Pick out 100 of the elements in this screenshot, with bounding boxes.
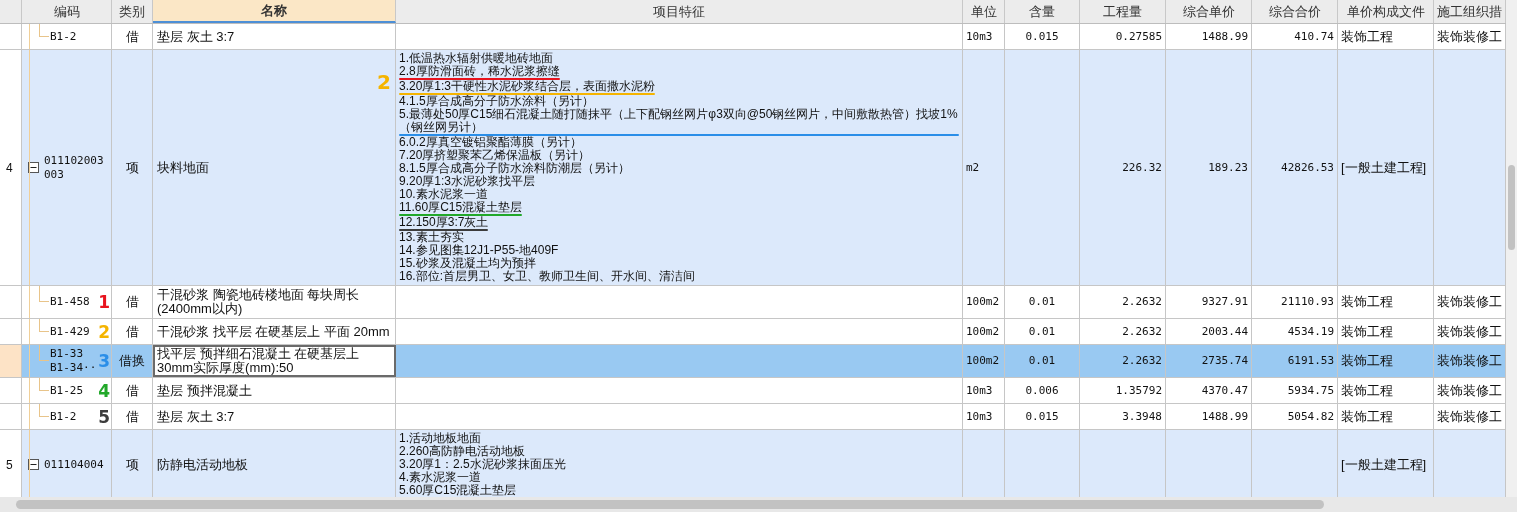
amount-cell: 226.32 <box>1080 50 1166 285</box>
unit-price-cell: 2735.74 <box>1166 345 1252 377</box>
unit-cell: m2 <box>963 50 1005 285</box>
total-price-cell: 410.74 <box>1252 24 1338 49</box>
feature-line: 2.260高防静电活动地板 <box>399 445 526 458</box>
item-code: B1-33 <box>50 347 85 361</box>
price-file-cell: 装饰工程 <box>1338 378 1434 403</box>
total-price-cell: 42826.53 <box>1252 50 1338 285</box>
handwritten-number: 4 <box>98 382 110 399</box>
table-row[interactable]: B1-458 1 借 干混砂浆 陶瓷地砖楼地面 每块周长(2400mm以内) 100m2 0.01 2.2632 9327.91 21110.93 装饰工程 装饰装修工 <box>0 286 1506 319</box>
amount-cell: 0.27585 <box>1080 24 1166 49</box>
unit-cell: 10m3 <box>963 404 1005 429</box>
amount-cell: 1.35792 <box>1080 378 1166 403</box>
table-row[interactable]: B1-2 5 借 垫层 灰土 3:7 10m3 0.015 3.3948 1488.99 5054.82 装饰工程 装饰装修工 <box>0 404 1506 430</box>
feature-line: 16.部位:首层男卫、女卫、教师卫生间、开水间、清洁间 <box>399 270 695 283</box>
price-file-cell: 装饰工程 <box>1338 319 1434 344</box>
feature-line: 1.活动地板地面 <box>399 432 481 445</box>
amount-cell: 2.2632 <box>1080 319 1166 344</box>
tree-line <box>39 345 49 361</box>
feature-line: 8.1.5厚合成高分子防水涂料防潮层（另计） <box>399 162 630 175</box>
feature-line: 1.低温热水辐射供暖地砖地面 <box>399 52 553 65</box>
unit-cell: 10m3 <box>963 24 1005 49</box>
column-header[interactable]: 名称 <box>153 0 396 23</box>
feature-line: 15.砂浆及混凝土均为预拌 <box>399 257 536 270</box>
column-header[interactable]: 综合单价 <box>1166 0 1252 23</box>
feature-line: 4.1.5厚合成高分子防水涂料（另计） <box>399 95 594 108</box>
item-code: B1-458 <box>50 295 90 309</box>
column-header[interactable]: 含量 <box>1005 0 1080 23</box>
handwritten-number: 2 <box>377 72 391 92</box>
item-name: 防静电活动地板 <box>157 457 248 472</box>
quantity-cell: 0.01 <box>1005 286 1080 318</box>
handwritten-number: 5 <box>98 408 110 425</box>
total-price-cell: 4534.19 <box>1252 319 1338 344</box>
feature-line: 5.最薄处50厚C15细石混凝土随打随抹平（上下配钢丝网片φ3双向@50钢丝网片，中间敷散热管）找坡1%（钢丝网另计） <box>399 108 959 134</box>
column-header[interactable]: 单位 <box>963 0 1005 23</box>
tree-line <box>39 24 49 37</box>
handwritten-number: 1 <box>98 293 110 311</box>
table-row[interactable]: 5 011104004 项 防静电活动地板 1.活动地板地面 2.260高防静电活动地板 3.20厚1：2.5水泥砂浆抹面压光 4.素水泥浆一道 5.60厚C15混凝土垫层 [一般土建工程] <box>0 430 1506 497</box>
collapse-icon[interactable] <box>28 162 39 173</box>
unit-price-cell: 1488.99 <box>1166 404 1252 429</box>
column-header[interactable]: 项目特征 <box>396 0 963 23</box>
unit-price-cell: 1488.99 <box>1166 24 1252 49</box>
row-number: 4 <box>0 50 22 285</box>
table-row[interactable]: B1-429 2 借 干混砂浆 找平层 在硬基层上 平面 20mm 100m2 0.01 2.2632 2003.44 4534.19 装饰工程 装饰装修工 <box>0 319 1506 345</box>
feature-line: 14.参见图集12J1-P55-地409F <box>399 244 559 257</box>
item-code: B1-2 <box>50 409 77 424</box>
quantity-cell: 0.015 <box>1005 404 1080 429</box>
column-header[interactable]: 工程量 <box>1080 0 1166 23</box>
feature-line: 5.60厚C15混凝土垫层 <box>399 484 517 497</box>
quantity-cell: 0.015 <box>1005 24 1080 49</box>
column-header[interactable]: 综合合价 <box>1252 0 1338 23</box>
price-file-cell: 装饰工程 <box>1338 24 1434 49</box>
unit-price-cell: 4370.47 <box>1166 378 1252 403</box>
unit-price-cell: 189.23 <box>1166 50 1252 285</box>
unit-price-cell: 2003.44 <box>1166 319 1252 344</box>
table-row[interactable]: B1-25 4 借 垫层 预拌混凝土 10m3 0.006 1.35792 4370.47 5934.75 装饰工程 装饰装修工 <box>0 378 1506 404</box>
item-name: 块料地面 <box>157 160 209 175</box>
tree-line <box>39 404 49 417</box>
total-price-cell: 5934.75 <box>1252 378 1338 403</box>
item-type: 借 <box>112 404 153 429</box>
item-type: 借 <box>112 378 153 403</box>
column-header[interactable]: 单价构成文件 <box>1338 0 1434 23</box>
unit-cell: 100m2 <box>963 286 1005 318</box>
item-code: B1-34·· <box>50 361 97 375</box>
item-name: 垫层 灰土 3:7 <box>153 24 396 49</box>
handwritten-number: 2 <box>98 323 110 340</box>
feature-line: 7.20厚挤塑聚苯乙烯保温板（另计） <box>399 149 591 162</box>
item-code: B1-25 <box>50 383 84 398</box>
feature-line: 3.20厚1:3干硬性水泥砂浆结合层，表面撒水泥粉 <box>399 80 656 93</box>
table-row[interactable]: B1-2 借 垫层 灰土 3:7 10m3 0.015 0.27585 1488.99 410.74 装饰工程 装饰装修工 <box>0 24 1506 50</box>
vertical-scrollbar[interactable] <box>1506 0 1517 497</box>
item-code: 003 <box>44 167 65 182</box>
tree-line <box>39 319 49 332</box>
total-price-cell: 5054.82 <box>1252 404 1338 429</box>
feature-line: 6.0.2厚真空镀铝聚酯薄膜（另计） <box>399 136 582 149</box>
unit-price-cell: 9327.91 <box>1166 286 1252 318</box>
unit-cell: 10m3 <box>963 378 1005 403</box>
table-row[interactable] <box>0 50 1506 286</box>
price-file-cell: 装饰工程 <box>1338 404 1434 429</box>
feature-line: 12.150厚3:7灰土 <box>399 216 489 229</box>
price-file-cell: 装饰工程 <box>1338 286 1434 318</box>
collapse-icon[interactable] <box>28 459 39 470</box>
quantity-cell: 0.006 <box>1005 378 1080 403</box>
column-header[interactable]: 编码 <box>22 0 112 23</box>
quantity-cell: 0.01 <box>1005 345 1080 377</box>
feature-line: 3.20厚1：2.5水泥砂浆抹面压光 <box>399 458 566 471</box>
item-name: 干混砂浆 找平层 在硬基层上 平面 20mm <box>153 319 396 344</box>
item-name: 垫层 灰土 3:7 <box>153 404 396 429</box>
handwritten-number: 3 <box>98 352 110 370</box>
price-file-cell: 装饰工程 <box>1338 345 1434 377</box>
item-type: 借 <box>112 24 153 49</box>
item-code: 011104004 <box>44 457 104 472</box>
horizontal-scrollbar[interactable] <box>0 497 1517 512</box>
tree-line <box>39 286 49 302</box>
amount-cell: 3.3948 <box>1080 404 1166 429</box>
feature-line: 13.素土夯实 <box>399 231 464 244</box>
unit-cell: 100m2 <box>963 345 1005 377</box>
unit-cell: 100m2 <box>963 319 1005 344</box>
feature-line: 4.素水泥浆一道 <box>399 471 481 484</box>
price-file-cell: [一般土建工程] <box>1338 50 1434 285</box>
